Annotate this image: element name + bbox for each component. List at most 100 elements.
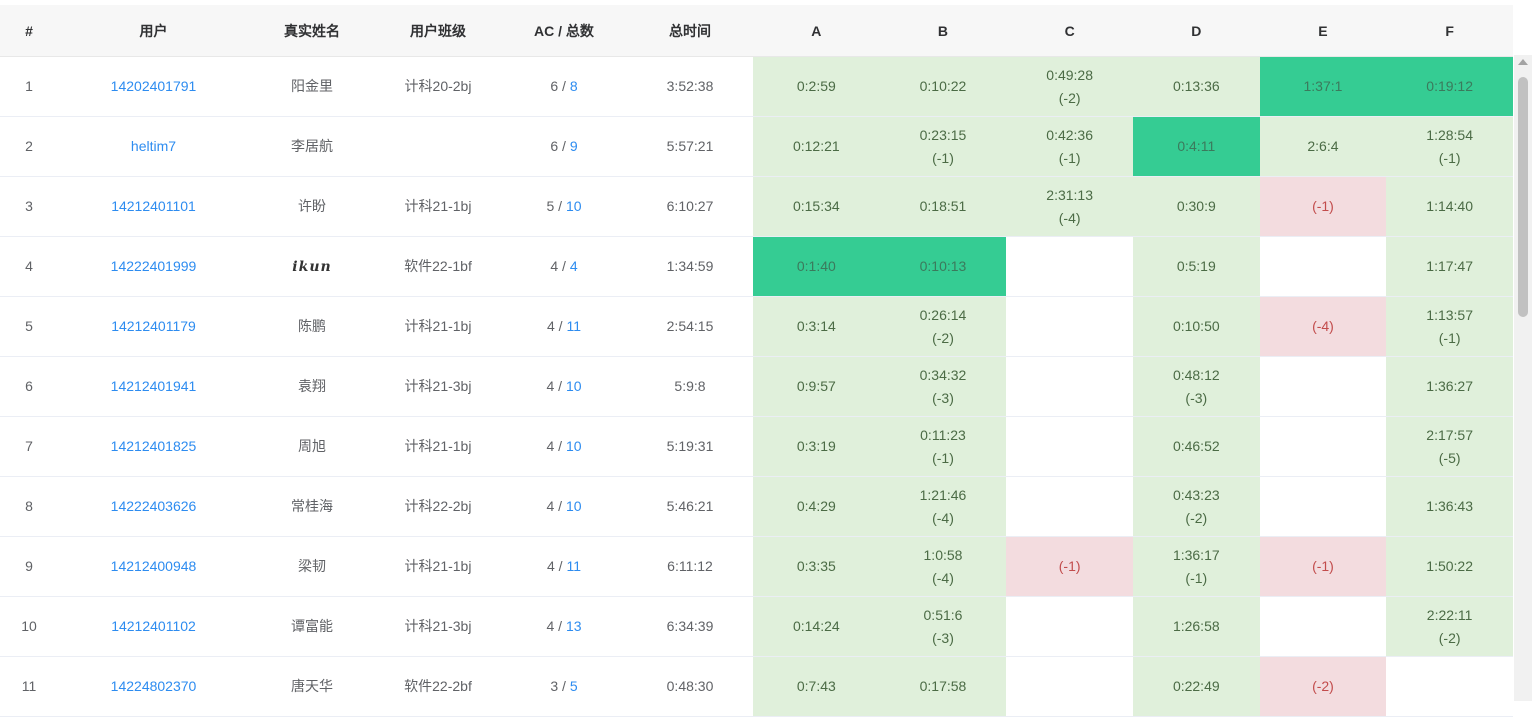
rank-cell: 9 xyxy=(0,536,58,597)
submission-total-link[interactable]: 10 xyxy=(566,198,582,214)
user-cell: 14222403626 xyxy=(58,476,249,537)
problem-d-cell: 0:10:50 xyxy=(1132,296,1260,357)
problem-a-cell: 0:12:21 xyxy=(753,116,880,177)
user-link[interactable]: 14224802370 xyxy=(111,678,197,694)
problem-c-cell: 2:31:13 (-4) xyxy=(1006,176,1133,237)
submission-total-link[interactable]: 5 xyxy=(570,678,578,694)
realname-text: 谭富能 xyxy=(291,618,333,634)
accepted-time: 0:42:36 xyxy=(1046,126,1093,143)
accepted-time: 0:4:11 xyxy=(1177,138,1216,154)
user-cell: 14212401101 xyxy=(58,176,249,237)
vertical-scrollbar[interactable] xyxy=(1514,55,1532,701)
realname-cell: 唐天华 xyxy=(249,656,375,717)
user-cell: 14212401825 xyxy=(58,416,249,477)
col-header-problem-d[interactable]: D xyxy=(1132,5,1260,57)
penalty-count: (-4) xyxy=(1058,209,1081,226)
problem-c-cell xyxy=(1006,296,1133,357)
user-link[interactable]: 14222403626 xyxy=(111,498,197,514)
col-header-class: 用户班级 xyxy=(375,5,501,57)
submission-total-link[interactable]: 11 xyxy=(566,318,581,334)
ac-total-cell: 3 / 5 xyxy=(501,656,627,717)
table-row: 2 heltim7 李居航 6 / 9 5:57:21 0:12:21 0:23:15 (-1… xyxy=(0,116,1513,177)
submission-total-link[interactable]: 10 xyxy=(566,498,582,514)
penalty-count: (-1) xyxy=(1185,569,1208,586)
user-link[interactable]: heltim7 xyxy=(131,138,176,154)
table-row: 10 14212401102 谭富能 计科21-3bj 4 / 13 6:34:39 0:1… xyxy=(0,596,1513,657)
total-time-cell: 0:48:30 xyxy=(627,656,753,717)
col-header-problem-f[interactable]: F xyxy=(1386,5,1513,57)
submission-total-link[interactable]: 10 xyxy=(566,378,582,394)
user-cell: 14222401999 xyxy=(58,236,249,297)
problem-f-cell: 1:13:57 (-1) xyxy=(1386,296,1513,357)
col-header-problem-e[interactable]: E xyxy=(1259,5,1387,57)
class-cell xyxy=(375,116,501,177)
problem-e-cell: 2:6:4 xyxy=(1259,116,1387,177)
table-row: 3 14212401101 许盼 计科21-1bj 5 / 10 6:10:27 0:15:… xyxy=(0,176,1513,237)
submission-total-link[interactable]: 13 xyxy=(566,618,582,634)
accepted-time: 0:43:23 xyxy=(1172,486,1220,503)
user-link[interactable]: 14212400948 xyxy=(111,558,197,574)
accepted-time: 0:14:24 xyxy=(792,618,840,634)
user-link[interactable]: 14222401999 xyxy=(111,258,197,274)
table-row: 8 14222403626 常桂海 计科22-2bj 4 / 10 5:46:21 0:4:… xyxy=(0,476,1513,537)
rank-cell: 1 xyxy=(0,56,58,117)
accepted-time: 0:23:15 xyxy=(919,126,967,143)
table-row: 11 14224802370 唐天华 软件22-2bf 3 / 5 0:48:30 0:7:… xyxy=(0,656,1513,717)
user-link[interactable]: 14212401941 xyxy=(111,378,197,394)
problem-c-cell xyxy=(1006,236,1133,297)
accepted-time: 0:3:19 xyxy=(796,438,836,454)
total-time-cell: 6:10:27 xyxy=(627,176,753,237)
col-header-user: 用户 xyxy=(58,5,249,57)
accepted-time: 1:26:58 xyxy=(1172,618,1220,634)
problem-f-cell: 1:36:27 xyxy=(1386,356,1513,417)
submission-total-link[interactable]: 4 xyxy=(570,258,578,274)
problem-b-cell: 1:0:58 (-4) xyxy=(879,536,1007,597)
problem-c-cell: 0:42:36 (-1) xyxy=(1006,116,1133,177)
total-time-cell: 6:11:12 xyxy=(627,536,753,597)
table-row: 1 14202401791 阳金里 计科20-2bj 6 / 8 3:52:38 0:2:5… xyxy=(0,56,1513,117)
user-link[interactable]: 14212401101 xyxy=(111,198,196,214)
user-cell: 14212401179 xyxy=(58,296,249,357)
problem-f-cell: 1:36:43 xyxy=(1386,476,1513,537)
submission-total-link[interactable]: 10 xyxy=(566,438,582,454)
class-cell: 计科21-3bj xyxy=(375,356,501,417)
accepted-time: 0:7:43 xyxy=(796,678,836,694)
problem-b-cell: 0:23:15 (-1) xyxy=(879,116,1007,177)
user-link[interactable]: 14212401102 xyxy=(111,618,196,634)
total-time-cell: 3:52:38 xyxy=(627,56,753,117)
problem-c-cell xyxy=(1006,356,1133,417)
ac-total-cell: 6 / 8 xyxy=(501,56,627,117)
penalty-count: (-4) xyxy=(932,509,954,526)
submission-total-link[interactable]: 8 xyxy=(570,78,578,94)
col-header-problem-a[interactable]: A xyxy=(753,5,880,57)
total-time-cell: 2:54:15 xyxy=(627,296,753,357)
accepted-time: 0:34:32 xyxy=(919,366,967,383)
user-link[interactable]: 14212401179 xyxy=(111,318,196,334)
ac-count: 4 xyxy=(546,558,555,574)
rank-cell: 8 xyxy=(0,476,58,537)
penalty-count: (-1) xyxy=(1312,198,1334,214)
realname-text: 李居航 xyxy=(291,138,333,154)
accepted-time: 0:10:13 xyxy=(919,258,967,274)
scrollbar-thumb[interactable] xyxy=(1518,77,1528,317)
problem-d-cell: 0:13:36 xyxy=(1132,56,1260,117)
col-header-problem-b[interactable]: B xyxy=(879,5,1007,57)
accepted-time: 0:26:14 xyxy=(919,306,967,323)
ac-separator: / xyxy=(558,258,570,274)
user-link[interactable]: 14202401791 xyxy=(111,78,197,94)
scroll-up-arrow-icon[interactable] xyxy=(1518,59,1528,65)
submission-total-link[interactable]: 9 xyxy=(570,138,578,154)
penalty-count: (-3) xyxy=(932,389,954,406)
table-row: 6 14212401941 袁翔 计科21-3bj 4 / 10 5:9:8 0:9:57 0… xyxy=(0,356,1513,417)
submission-total-link[interactable]: 11 xyxy=(566,558,581,574)
user-link[interactable]: 14212401825 xyxy=(111,438,197,454)
problem-a-cell: 0:14:24 xyxy=(753,596,880,657)
ac-total-cell: 4 / 4 xyxy=(501,236,627,297)
penalty-count: (-3) xyxy=(932,629,954,646)
accepted-time: 1:28:54 xyxy=(1426,126,1473,143)
user-cell: 14212401941 xyxy=(58,356,249,417)
problem-a-cell: 0:1:40 xyxy=(753,236,880,297)
accepted-time: 1:36:43 xyxy=(1426,498,1473,514)
problem-c-cell xyxy=(1006,656,1133,717)
col-header-problem-c[interactable]: C xyxy=(1006,5,1133,57)
